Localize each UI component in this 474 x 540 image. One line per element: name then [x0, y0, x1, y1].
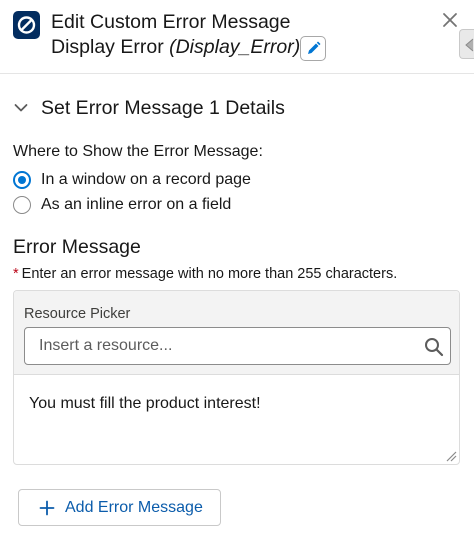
radio-record-page-window[interactable]: In a window on a record page: [13, 169, 251, 191]
page-title: Edit Custom Error Message Display Error …: [51, 10, 431, 60]
radio-label: As an inline error on a field: [41, 196, 232, 213]
section-title: Set Error Message 1 Details: [41, 96, 285, 119]
title-api-name: (Display_Error): [169, 36, 301, 58]
error-message-textarea[interactable]: You must fill the product interest!: [29, 395, 261, 413]
close-button[interactable]: [440, 10, 460, 30]
search-icon[interactable]: [424, 337, 444, 357]
no-entry-icon: [13, 11, 40, 39]
resource-picker: Resource Picker: [14, 291, 459, 375]
radio-button[interactable]: [13, 196, 31, 214]
required-asterisk: *: [13, 266, 19, 282]
close-icon: [443, 13, 457, 27]
required-help-text: * Enter an error message with no more tha…: [13, 266, 397, 282]
resource-search-input[interactable]: [24, 327, 451, 365]
location-label: Where to Show the Error Message:: [13, 143, 263, 160]
error-message-editor: Resource Picker You must fill the produc…: [13, 290, 460, 465]
plus-icon: [39, 500, 55, 515]
title-line-1: Edit Custom Error Message: [51, 11, 291, 33]
title-line-2: Display Error (Display_Error): [51, 35, 431, 60]
required-text: Enter an error message with no more than…: [21, 266, 398, 282]
radio-inline-field-error[interactable]: As an inline error on a field: [13, 194, 231, 216]
resource-picker-label: Resource Picker: [24, 306, 131, 322]
add-error-message-button[interactable]: Add Error Message: [18, 489, 221, 526]
collapse-panel-tab[interactable]: [459, 29, 474, 59]
add-error-message-label: Add Error Message: [65, 498, 203, 516]
radio-button-selected[interactable]: [13, 171, 31, 189]
edit-title-button[interactable]: [300, 36, 326, 61]
radio-label: In a window on a record page: [41, 171, 251, 188]
resize-handle-icon[interactable]: [445, 450, 457, 462]
chevron-left-icon: [465, 38, 474, 52]
title-label: Display Error: [51, 36, 164, 58]
panel-header: Edit Custom Error Message Display Error …: [0, 0, 474, 74]
pencil-icon: [308, 41, 321, 54]
section-toggle[interactable]: Set Error Message 1 Details: [13, 95, 285, 121]
error-message-title: Error Message: [13, 236, 141, 258]
chevron-down-icon: [14, 104, 28, 112]
